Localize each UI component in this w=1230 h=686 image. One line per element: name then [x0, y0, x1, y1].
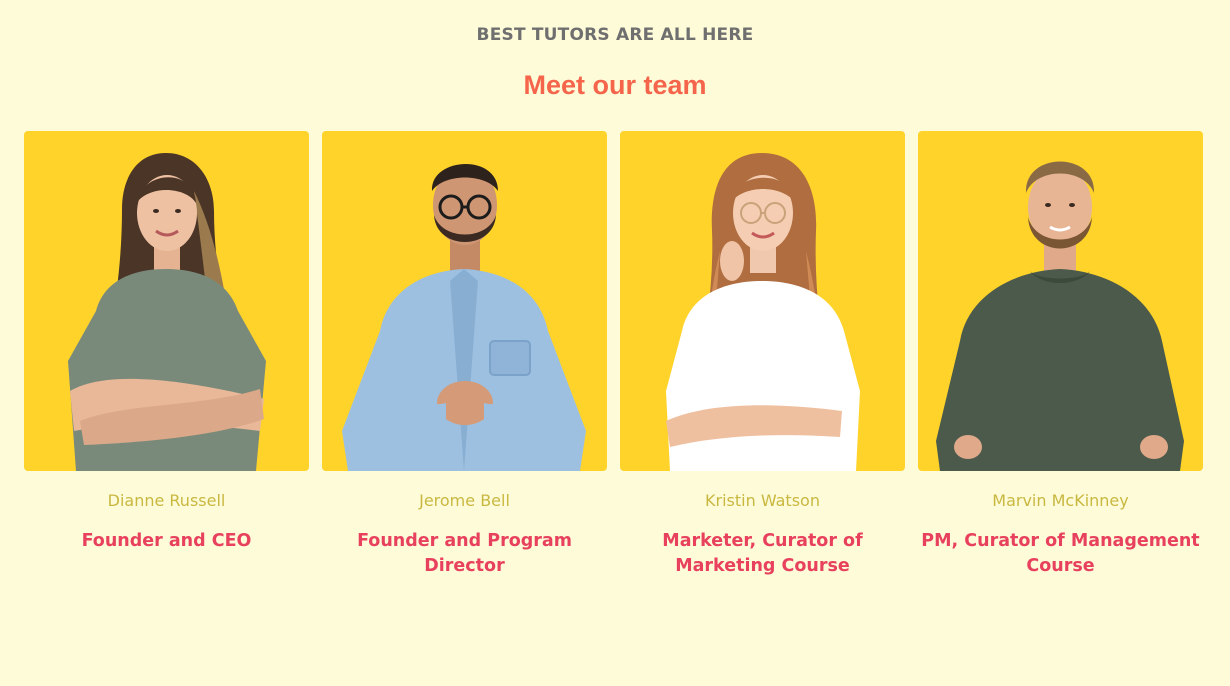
team-member-name: Dianne Russell	[107, 491, 226, 510]
team-card-jerome-bell[interactable]: Jerome Bell Founder and Program Director	[322, 131, 607, 579]
team-member-name: Kristin Watson	[705, 491, 820, 510]
team-cards: Dianne Russell Founder and CEO Jerome Be…	[24, 131, 1203, 579]
team-member-role: Marketer, Curator of Marketing Course	[662, 531, 863, 576]
team-photo	[322, 131, 607, 471]
woman-glasses-portrait-icon	[666, 153, 860, 471]
team-photo	[620, 131, 905, 471]
team-member-role: PM, Curator of Management Course	[921, 531, 1200, 576]
man-beard-portrait-icon	[936, 161, 1184, 471]
team-member-role: Founder and CEO	[81, 531, 252, 551]
team-card-dianne-russell[interactable]: Dianne Russell Founder and CEO	[24, 131, 309, 579]
section-title: Meet our team	[523, 70, 707, 100]
man-glasses-portrait-icon	[342, 163, 586, 471]
team-section: BEST TUTORS ARE ALL HERE Meet our team D…	[0, 0, 1230, 686]
team-member-name: Marvin McKinney	[992, 491, 1129, 510]
woman-crossed-arms-portrait-icon	[68, 153, 266, 471]
team-photo	[918, 131, 1203, 471]
team-photo	[24, 131, 309, 471]
team-member-role: Founder and Program Director	[357, 531, 572, 576]
team-card-marvin-mckinney[interactable]: Marvin McKinney PM, Curator of Managemen…	[918, 131, 1203, 579]
section-eyebrow: BEST TUTORS ARE ALL HERE	[476, 25, 754, 45]
team-member-name: Jerome Bell	[419, 491, 510, 510]
team-card-kristin-watson[interactable]: Kristin Watson Marketer, Curator of Mark…	[620, 131, 905, 579]
